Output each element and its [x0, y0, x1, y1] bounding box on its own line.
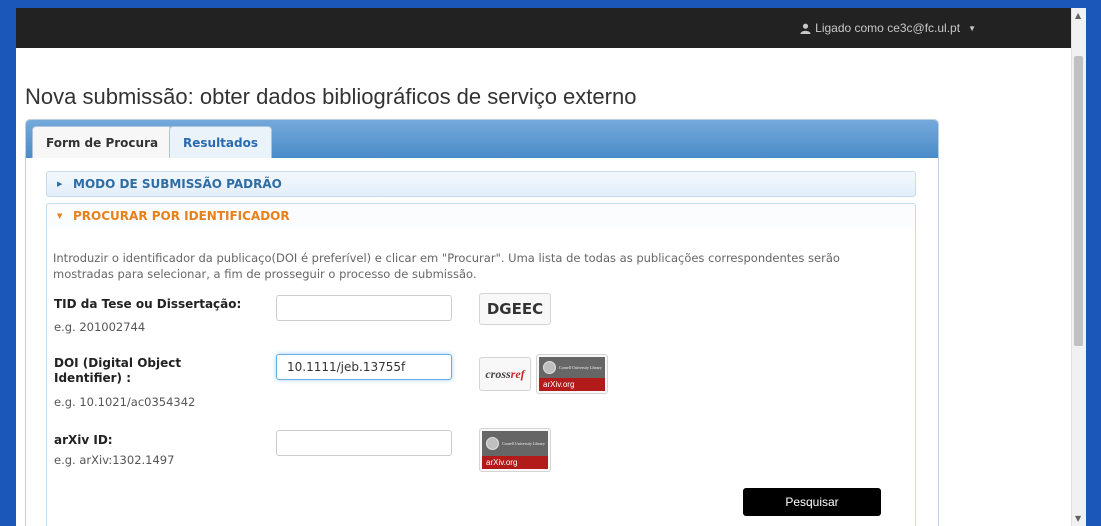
triangle-right-icon: ▶	[57, 180, 63, 188]
user-menu-label: Ligado como ce3c@fc.ul.pt	[815, 21, 961, 35]
arxiv-logo[interactable]: Cornell University Library arXiv.org	[479, 428, 551, 472]
section-modo-submissao-padrao[interactable]: ▶ MODO DE SUBMISSÃO PADRÃO	[46, 171, 916, 197]
tid-label: TID da Tese ou Dissertação:	[54, 297, 242, 311]
intro-text: Introduzir o identificador da publicaço(…	[53, 251, 840, 281]
crossref-suffix: ref	[510, 366, 525, 381]
page-scrollbar[interactable]: ▲ ▼	[1071, 8, 1086, 526]
search-button[interactable]: Pesquisar	[743, 488, 881, 516]
scroll-up-arrow-icon[interactable]: ▲	[1075, 11, 1081, 20]
arxiv-site-text: arXiv.org	[482, 456, 548, 469]
arxiv-site-text: arXiv.org	[539, 378, 605, 391]
doi-example: e.g. 10.1021/ac0354342	[54, 395, 196, 409]
page-title: Nova submissão: obter dados bibliográfic…	[25, 84, 637, 109]
section-label: PROCURAR POR IDENTIFICADOR	[73, 209, 290, 223]
tab-resultados[interactable]: Resultados	[169, 126, 272, 158]
tid-example: e.g. 201002744	[54, 320, 146, 334]
arxiv-logo-graphic: Cornell University Library arXiv.org	[482, 431, 548, 469]
triangle-down-icon: ▼	[57, 212, 63, 220]
arxiv-logo-doi[interactable]: Cornell University Library arXiv.org	[536, 354, 608, 394]
crossref-prefix: cross	[485, 366, 511, 381]
arxiv-library-text: Cornell University Library	[502, 441, 545, 446]
person-icon	[800, 23, 811, 34]
cornell-seal-icon	[486, 437, 499, 450]
top-navbar: Ligado como ce3c@fc.ul.pt ▼	[16, 8, 1086, 48]
browser-window: Ligado como ce3c@fc.ul.pt ▼ ▲ ▼ Nova sub…	[16, 8, 1086, 526]
tid-input[interactable]	[276, 295, 452, 321]
tab-bar: Form de Procura Resultados	[26, 120, 938, 158]
caret-down-icon: ▼	[968, 23, 976, 33]
dgeec-logo[interactable]: DGEEC	[479, 293, 551, 325]
crossref-logo[interactable]: crossref	[479, 357, 531, 391]
dgeec-logo-text: DGEEC	[486, 300, 544, 318]
scroll-down-arrow-icon[interactable]: ▼	[1075, 514, 1081, 523]
arxiv-logo-graphic: Cornell University Library arXiv.org	[539, 357, 605, 391]
arxiv-label: arXiv ID:	[54, 433, 113, 447]
arxiv-library-text: Cornell University Library	[559, 365, 602, 370]
doi-input[interactable]	[276, 354, 452, 380]
crossref-logo-text: crossref	[485, 367, 524, 382]
scrollbar-thumb[interactable]	[1074, 56, 1083, 346]
tab-form-de-procura[interactable]: Form de Procura	[32, 126, 173, 158]
submission-panel: Form de Procura Resultados ▶ MODO DE SUB…	[25, 119, 939, 526]
arxiv-example: e.g. arXiv:1302.1497	[54, 453, 175, 467]
user-menu[interactable]: Ligado como ce3c@fc.ul.pt ▼	[800, 8, 976, 48]
arxiv-logo-top: Cornell University Library	[539, 357, 605, 378]
section-procurar-por-identificador[interactable]: ▼ PROCURAR POR IDENTIFICADOR	[46, 203, 916, 229]
section-label: MODO DE SUBMISSÃO PADRÃO	[73, 177, 282, 191]
arxiv-logo-top: Cornell University Library	[482, 431, 548, 456]
cornell-seal-icon	[543, 361, 556, 374]
doi-label: DOI (Digital Object Identifier) :	[54, 356, 182, 385]
arxiv-input[interactable]	[276, 430, 452, 456]
